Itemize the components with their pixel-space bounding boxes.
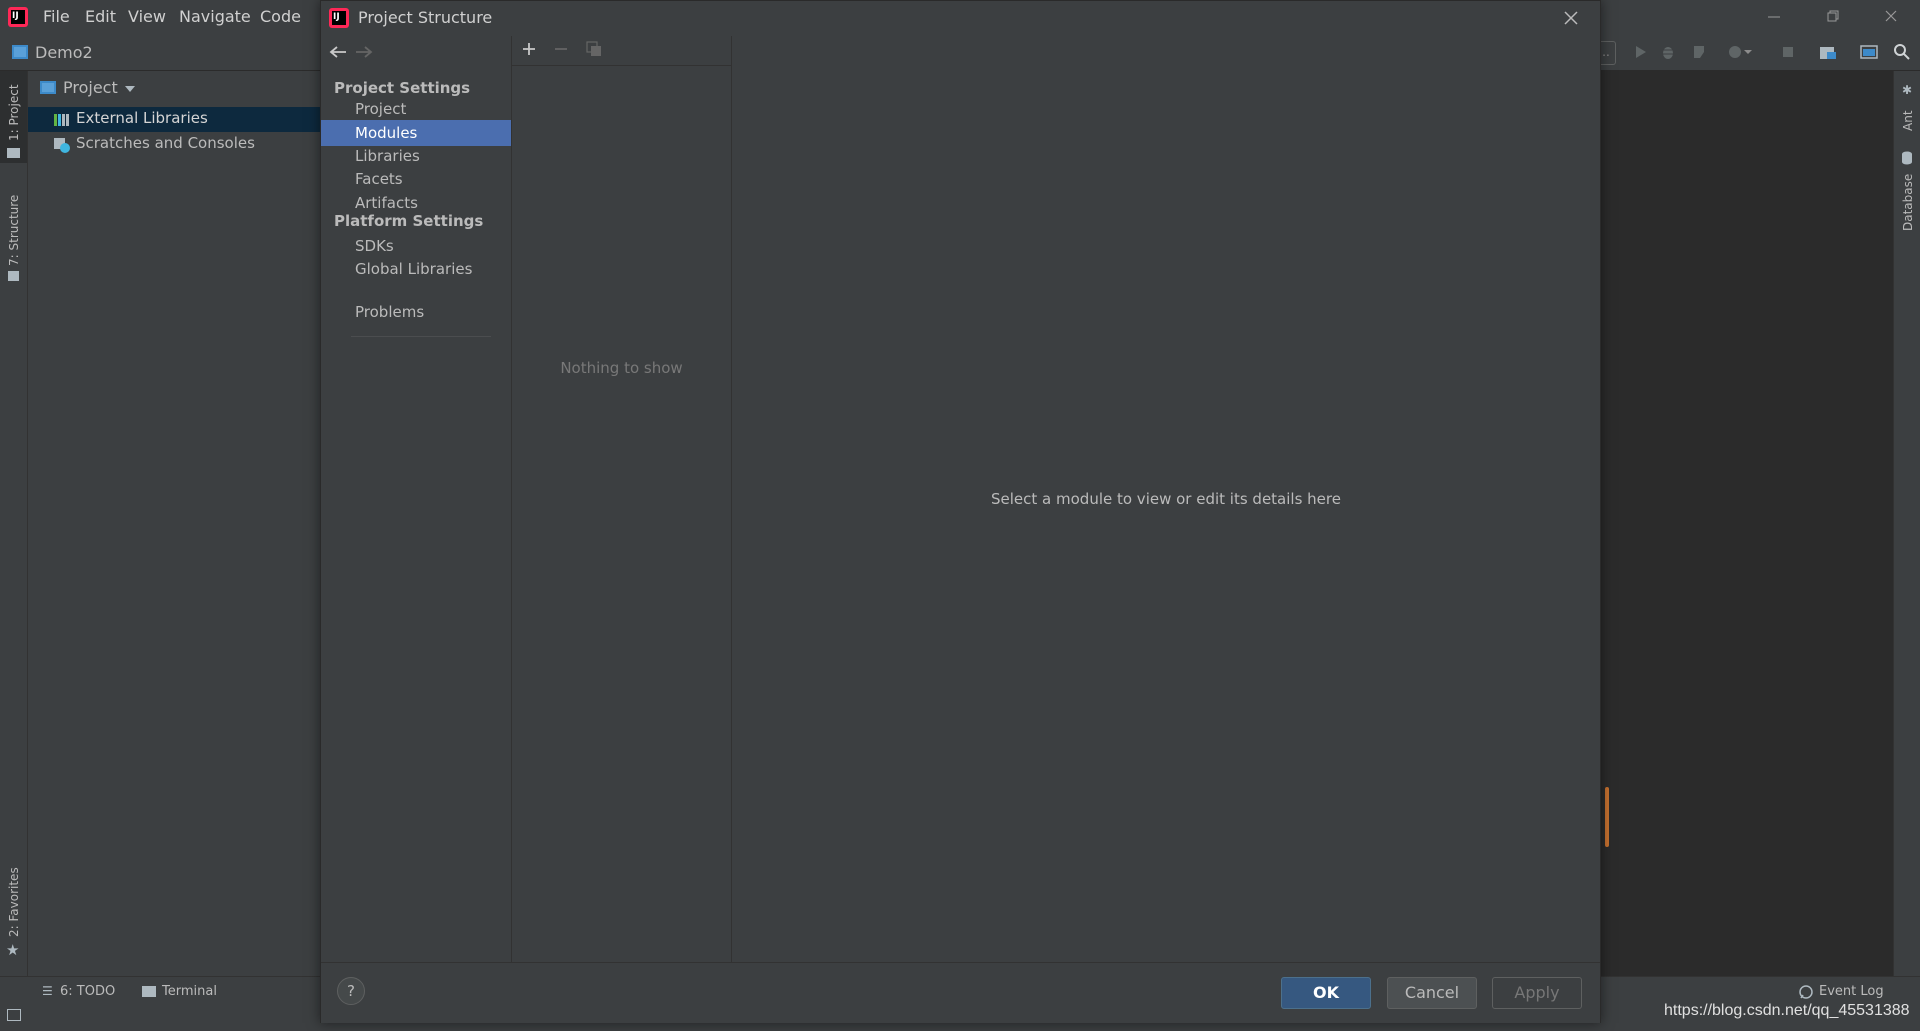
tool-tab-favorites[interactable]: 2: Favorites	[7, 867, 21, 937]
project-view-icon	[40, 81, 56, 94]
copy-icon[interactable]	[586, 41, 602, 57]
dialog-close-icon[interactable]	[1563, 10, 1579, 26]
tool-tab-terminal[interactable]: Terminal	[162, 984, 217, 999]
coverage-icon[interactable]	[1692, 44, 1708, 60]
sidebar-item-facets[interactable]: Facets	[321, 166, 511, 192]
tool-tab-todo[interactable]: 6: TODO	[60, 984, 115, 999]
left-tool-stripe: 1: Project 7: Structure 2: Favorites ★	[0, 71, 28, 976]
module-details-panel: Select a module to view or edit its deta…	[732, 36, 1600, 962]
section-platform-settings: Platform Settings	[334, 212, 484, 230]
toolbar-divider	[512, 65, 731, 66]
details-hint-text: Select a module to view or edit its deta…	[991, 490, 1341, 508]
event-log[interactable]: Event Log	[1819, 984, 1884, 999]
menu-edit[interactable]: Edit	[85, 7, 116, 26]
debug-icon[interactable]	[1660, 44, 1676, 60]
terminal-icon	[142, 986, 156, 997]
restore-icon[interactable]	[1825, 8, 1841, 24]
apply-button[interactable]: Apply	[1492, 977, 1582, 1009]
panel-title[interactable]: Project	[63, 78, 118, 97]
run-icon[interactable]	[1632, 44, 1648, 60]
todo-icon: ☰	[42, 984, 53, 998]
dialog-sidebar: Project Settings Project Modules Librari…	[321, 36, 512, 962]
dialog-title: Project Structure	[358, 8, 493, 27]
project-structure-icon[interactable]	[1819, 44, 1837, 60]
project-structure-dialog: IJ Project Structure Project Settings Pr…	[320, 0, 1601, 1023]
toggle-tool-windows-icon[interactable]	[7, 1009, 21, 1021]
section-project-settings: Project Settings	[334, 79, 471, 97]
intellij-logo-icon: IJ	[329, 8, 349, 28]
window-close-icon[interactable]	[1883, 8, 1899, 24]
star-icon: ★	[6, 941, 20, 959]
tool-tab-structure[interactable]: 7: Structure	[7, 195, 21, 266]
tool-tab-ant[interactable]: Ant	[1901, 110, 1915, 131]
remove-icon[interactable]	[554, 42, 568, 56]
empty-list-text: Nothing to show	[560, 359, 683, 377]
sidebar-divider	[351, 336, 491, 337]
tool-tab-database[interactable]: Database	[1901, 174, 1915, 231]
menu-navigate[interactable]: Navigate	[179, 7, 251, 26]
scroll-marker	[1605, 787, 1609, 847]
intellij-logo-icon: IJ	[8, 7, 28, 27]
cancel-button[interactable]: Cancel	[1387, 977, 1477, 1009]
dialog-footer: ? OK Cancel Apply	[321, 962, 1600, 1023]
menu-view[interactable]: View	[128, 7, 166, 26]
project-panel: Project External Libraries Scratches and…	[28, 71, 320, 976]
layout-icon[interactable]	[1860, 44, 1878, 60]
forward-arrow-icon[interactable]	[355, 45, 373, 59]
menu-file[interactable]: File	[43, 7, 70, 26]
tree-item-external-libraries[interactable]: External Libraries	[76, 109, 208, 127]
event-log-icon	[1798, 984, 1814, 1000]
module-list-panel: Nothing to show	[512, 36, 732, 962]
database-icon	[1901, 151, 1913, 165]
structure-icon	[8, 271, 19, 281]
sidebar-item-project[interactable]: Project	[321, 96, 511, 122]
profile-icon[interactable]	[1728, 44, 1752, 60]
chevron-down-icon[interactable]	[124, 85, 136, 93]
watermark: https://blog.csdn.net/qq_45531388	[1664, 1002, 1910, 1019]
ok-button[interactable]: OK	[1281, 977, 1371, 1009]
minimize-icon[interactable]	[1766, 8, 1782, 24]
dialog-titlebar: IJ Project Structure	[321, 1, 1600, 36]
search-icon[interactable]	[1893, 43, 1911, 61]
ant-icon: ✱	[1902, 83, 1913, 97]
add-icon[interactable]	[522, 42, 536, 56]
stop-icon[interactable]	[1780, 44, 1796, 60]
sidebar-item-problems[interactable]: Problems	[321, 299, 511, 325]
editor-area	[1600, 71, 1892, 976]
sidebar-item-global-libraries[interactable]: Global Libraries	[321, 256, 511, 282]
tool-tab-project[interactable]: 1: Project	[7, 84, 21, 141]
tree-item-scratches[interactable]: Scratches and Consoles	[76, 134, 255, 152]
menu-code[interactable]: Code	[260, 7, 301, 26]
right-tool-stripe: ✱ Ant Database	[1893, 71, 1920, 976]
library-icon	[53, 112, 71, 126]
help-button[interactable]: ?	[337, 977, 365, 1005]
scratches-icon	[53, 137, 71, 153]
project-folder-icon	[12, 45, 28, 59]
project-name[interactable]: Demo2	[35, 43, 93, 62]
folder-icon	[7, 148, 20, 158]
back-arrow-icon[interactable]	[329, 45, 347, 59]
